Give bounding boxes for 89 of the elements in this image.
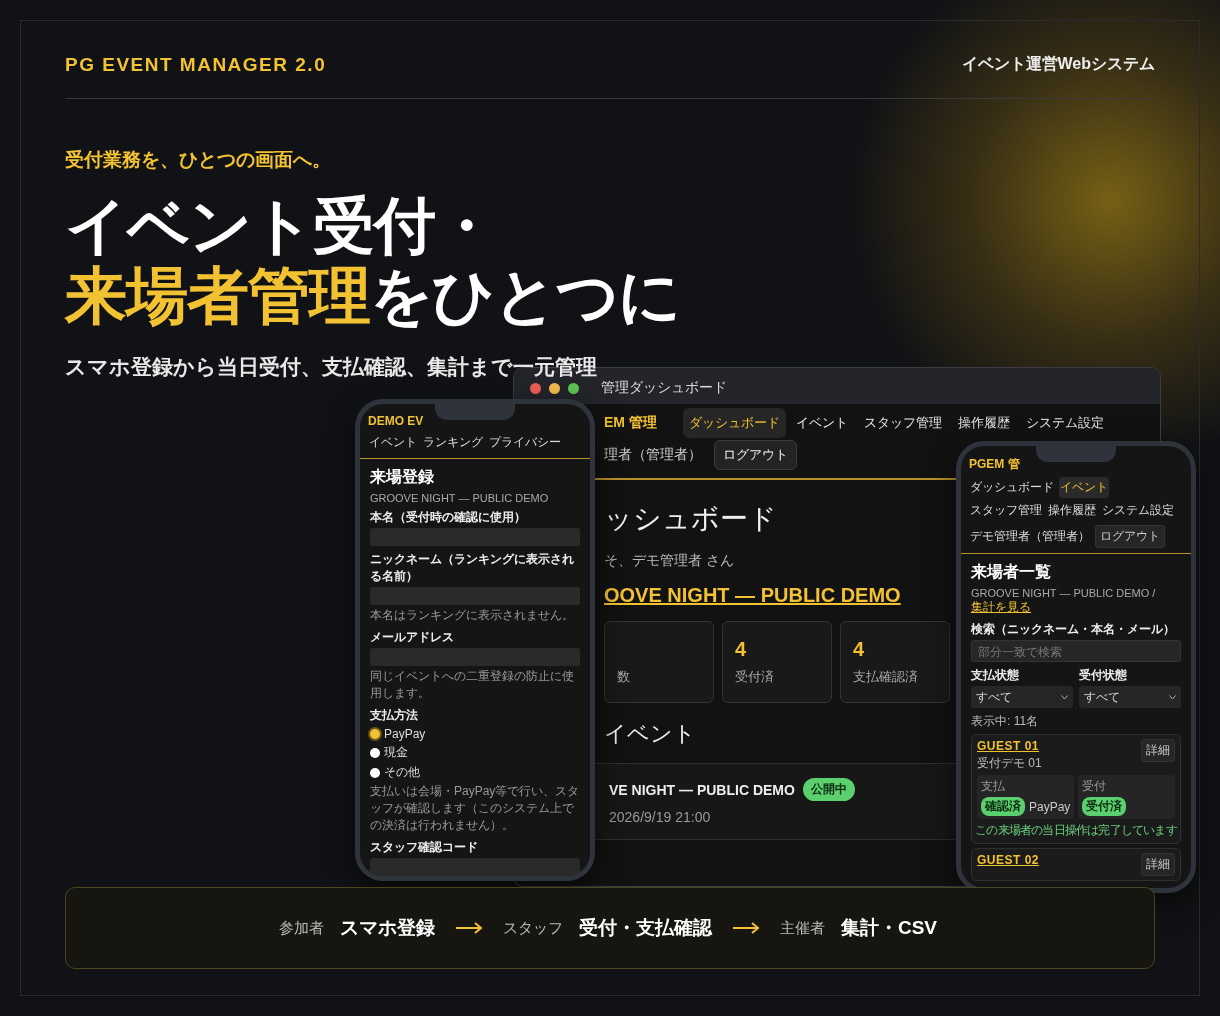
- nav-tab[interactable]: ダッシュボード: [969, 477, 1055, 498]
- logout-button[interactable]: ログアウト: [714, 440, 797, 470]
- nav-tab[interactable]: スタッフ管理: [969, 500, 1043, 521]
- flow-action: 受付・支払確認: [578, 916, 712, 940]
- logout-button[interactable]: ログアウト: [1095, 525, 1165, 548]
- chevron-icon: [1169, 694, 1176, 700]
- filter-select[interactable]: すべて: [1079, 686, 1181, 708]
- field-label: 支払方法: [370, 707, 418, 724]
- completion-note: この来場者の当日操作は完了しています: [975, 822, 1177, 839]
- headline-text: 来場者管理をひとつに: [65, 261, 680, 331]
- event-name: VE NIGHT — PUBLIC DEMO: [609, 781, 795, 798]
- arrow-icon: [731, 921, 760, 935]
- field-label: 支払状態: [971, 667, 1019, 684]
- user-name: デモ管理者（管理者）: [969, 528, 1091, 545]
- nav-link[interactable]: イベント: [368, 432, 418, 453]
- stat-value: 4: [853, 638, 865, 661]
- panel-label: 受付: [1082, 778, 1107, 795]
- nav-tab[interactable]: ダッシュボード: [682, 408, 786, 438]
- guest-name[interactable]: GUEST 02: [977, 853, 1040, 867]
- nav-tab[interactable]: イベント: [1059, 477, 1109, 498]
- event-link[interactable]: OOVE NIGHT — PUBLIC DEMO: [604, 584, 901, 607]
- field-label: メールアドレス: [370, 629, 454, 646]
- subtitle-text: スマホ登録から当日受付、支払確認、集計まで一元管理: [65, 354, 597, 380]
- stat-label: 受付済: [735, 668, 774, 686]
- payment-note: 支払いは会場・PayPay等で行い、スタッフが確認します（このシステム上での決済は行われません）。: [370, 783, 580, 834]
- guest-subtitle: 受付デモ 01: [977, 755, 1042, 772]
- nav-tab[interactable]: 操作履歴: [951, 408, 1016, 438]
- nav-link[interactable]: プライバシー: [488, 432, 562, 453]
- field-label: 本名（受付時の確認に使用）: [370, 509, 526, 526]
- detail-button[interactable]: 詳細: [1141, 739, 1175, 762]
- filter-select[interactable]: すべて: [971, 686, 1073, 708]
- minimize-icon[interactable]: [549, 383, 560, 394]
- radio-label: PayPay: [384, 727, 426, 741]
- guest-name[interactable]: GUEST 01: [977, 739, 1040, 753]
- flow-role: スタッフ: [502, 918, 563, 938]
- brand-title: PG EVENT MANAGER 2.0: [65, 53, 327, 76]
- phone-brand: PGEM 管: [969, 456, 1020, 473]
- summary-link[interactable]: 集計を見る: [971, 600, 1031, 614]
- field-label: 検索（ニックネーム・本名・メール）: [971, 621, 1175, 638]
- window-title: 管理ダッシュボード: [601, 379, 727, 397]
- section-heading: イベント: [604, 720, 696, 748]
- stat-value: 4: [735, 638, 747, 661]
- headline-text: イベント受付・: [65, 191, 497, 261]
- field-hint: 本名はランキングに表示されません。: [370, 607, 574, 624]
- field-label: 受付状態: [1079, 667, 1127, 684]
- status-badge: 確認済: [981, 797, 1025, 816]
- flow-role: 参加者: [278, 918, 324, 938]
- user-name: 理者（管理者）: [604, 446, 702, 464]
- payment-method: PayPay: [1029, 799, 1071, 814]
- panel-label: 支払: [981, 778, 1005, 795]
- nav-tab[interactable]: スタッフ管理: [857, 408, 948, 438]
- header-tagline: イベント運営Webシステム: [961, 54, 1155, 74]
- stat-label: 数: [617, 668, 630, 686]
- nav-tab[interactable]: システム設定: [1101, 500, 1175, 521]
- radio-label: 現金: [384, 744, 408, 761]
- page-heading: ッシュボード: [604, 502, 777, 536]
- nav-tab[interactable]: 操作履歴: [1047, 500, 1097, 521]
- nav-tab[interactable]: システム設定: [1019, 408, 1110, 438]
- radio-button[interactable]: [370, 729, 380, 739]
- field-label: スタッフ確認コード: [370, 839, 478, 856]
- close-icon[interactable]: [530, 383, 541, 394]
- kicker-text: 受付業務を、ひとつの画面へ。: [65, 148, 331, 172]
- welcome-text: そ、デモ管理者 さん: [604, 552, 734, 570]
- arrow-icon: [454, 921, 483, 935]
- chevron-icon: [1061, 694, 1068, 700]
- event-name: GROOVE NIGHT — PUBLIC DEMO: [370, 492, 549, 504]
- page-heading: 来場登録: [370, 467, 434, 487]
- radio-button[interactable]: [370, 747, 380, 758]
- flow-action: 集計・CSV: [840, 916, 938, 940]
- stat-label: 支払確認済: [853, 668, 918, 686]
- status-badge: 公開中: [802, 778, 855, 801]
- page-heading: 来場者一覧: [971, 562, 1051, 582]
- radio-button[interactable]: [370, 767, 380, 778]
- radio-label: その他: [384, 764, 420, 781]
- app-brand: EM 管理: [604, 414, 657, 432]
- maximize-icon[interactable]: [568, 383, 579, 394]
- status-badge: 受付済: [1082, 797, 1127, 816]
- event-name: GROOVE NIGHT — PUBLIC DEMO /: [971, 587, 1156, 599]
- field-hint: 同じイベントへの二重登録の防止に使用します。: [370, 668, 575, 702]
- flow-role: 主催者: [779, 918, 825, 938]
- event-date: 2026/9/19 21:00: [609, 809, 711, 825]
- nav-tab[interactable]: イベント: [789, 408, 854, 438]
- field-label: ニックネーム（ランキングに表示される名前）: [370, 551, 575, 585]
- nav-link[interactable]: ランキング: [422, 432, 484, 453]
- detail-button[interactable]: 詳細: [1141, 853, 1175, 876]
- phone-brand: DEMO EV: [368, 414, 424, 428]
- result-count: 表示中: 11名: [971, 713, 1039, 730]
- input-field[interactable]: [370, 858, 580, 876]
- flow-action: スマホ登録: [339, 916, 435, 940]
